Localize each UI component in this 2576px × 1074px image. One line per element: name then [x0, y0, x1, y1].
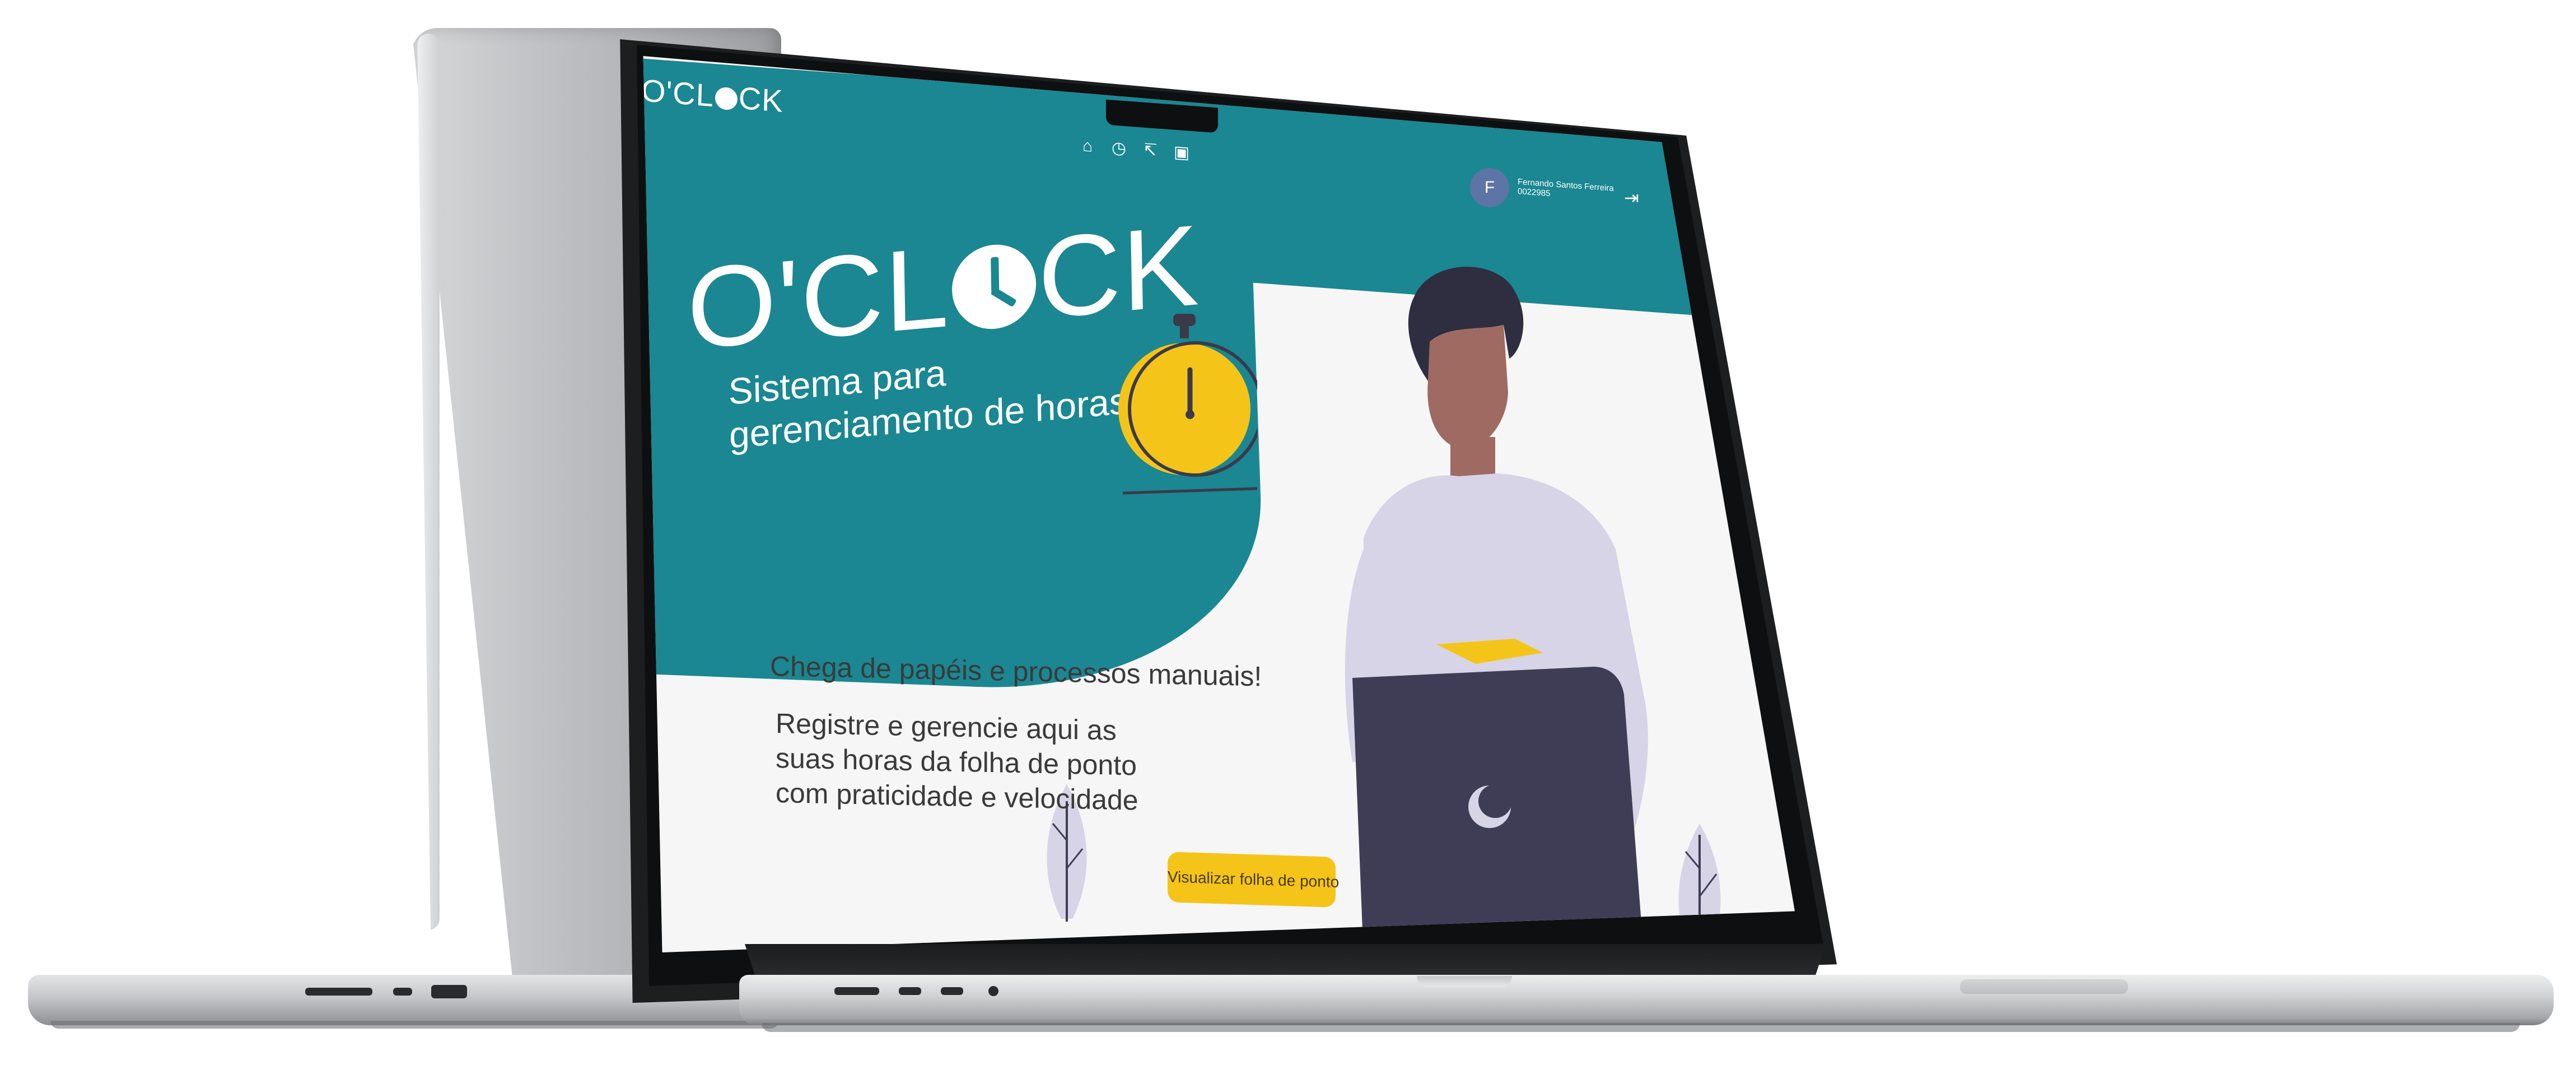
hero-title-start: O'CL [686, 222, 951, 374]
stopwatch-illustration [1118, 314, 1257, 495]
laptop-screen: O'CL CK ⌂ ◷ ↸ ▣ F Fernando Santos Ferreir… [641, 56, 1795, 952]
calendar-icon[interactable]: ▣ [1172, 143, 1191, 163]
person-laptop-illustration [1345, 267, 1721, 952]
logout-icon[interactable]: ⇥ [1624, 188, 1644, 208]
rear-usbc-port [393, 988, 412, 996]
front-magsafe-port [834, 987, 879, 995]
front-headphone-jack [988, 986, 998, 996]
rear-hdmi-port [431, 985, 467, 998]
view-timesheet-button[interactable]: Visualizar folha de ponto [1168, 852, 1339, 908]
clock-face-icon [951, 241, 1037, 333]
rear-sd-slot [305, 988, 372, 996]
clock-icon[interactable]: ◷ [1109, 138, 1128, 159]
clock-logo-icon [715, 86, 738, 111]
front-laptop-base [739, 975, 2554, 1025]
front-laptop-groove [1960, 979, 2128, 994]
front-laptop-hinge [745, 944, 1826, 978]
history-icon[interactable]: ↸ [1141, 141, 1160, 161]
rear-laptop-base-shadow [50, 1021, 778, 1029]
front-laptop-base-shadow [762, 1023, 2520, 1032]
app-page: O'CL CK ⌂ ◷ ↸ ▣ F Fernando Santos Ferreir… [641, 56, 1795, 952]
tagline-heading: Chega de papéis e processos manuais! [770, 650, 1262, 692]
front-laptop-opening-notch [1417, 976, 1512, 987]
header-logo-text-end: CK [738, 80, 784, 119]
home-icon[interactable]: ⌂ [1078, 136, 1097, 156]
header-logo-text-start: O'CL [641, 72, 715, 114]
rear-laptop-lid-edge [417, 34, 440, 930]
avatar[interactable]: F [1470, 168, 1509, 207]
front-usbc-port-2 [941, 987, 963, 995]
tagline-description: Registre e gerencie aqui as suas horas d… [776, 708, 1138, 816]
front-usbc-port-1 [899, 987, 921, 995]
